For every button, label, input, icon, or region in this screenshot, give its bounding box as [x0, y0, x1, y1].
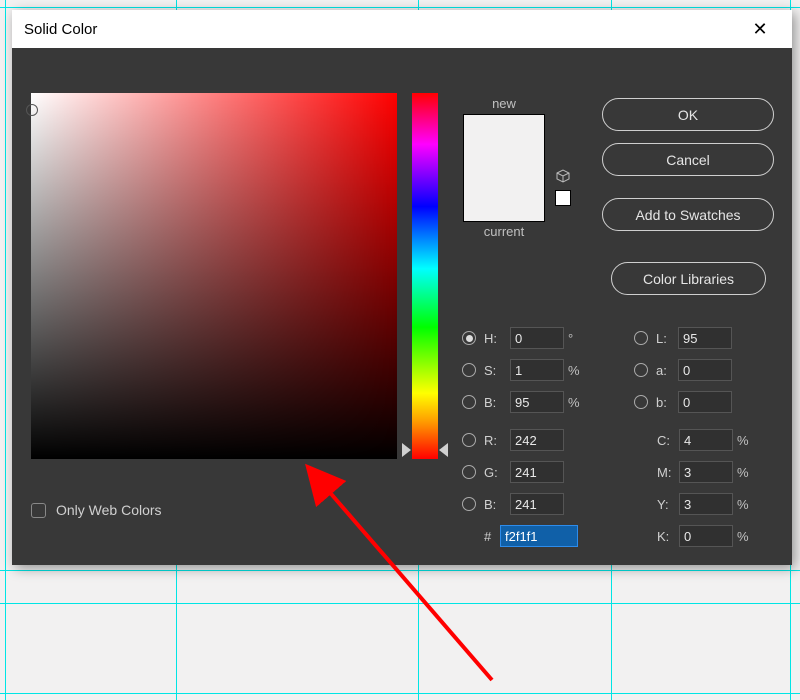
input-hex[interactable] [500, 525, 578, 547]
label-m: M: [657, 465, 675, 480]
radio-g[interactable] [462, 465, 476, 479]
radio-b-lab[interactable] [634, 395, 648, 409]
radio-l[interactable] [634, 331, 648, 345]
radio-h[interactable] [462, 331, 476, 345]
color-preview-swatch [463, 114, 545, 222]
input-a[interactable] [678, 359, 732, 381]
hue-slider[interactable] [412, 93, 438, 459]
input-l[interactable] [678, 327, 732, 349]
row-h: H: ° [462, 326, 586, 350]
unit-s: % [568, 363, 586, 378]
row-r: R: [462, 428, 564, 452]
input-g[interactable] [510, 461, 564, 483]
only-web-colors-checkbox[interactable] [31, 503, 46, 518]
unit-y: % [737, 497, 755, 512]
row-y: Y: % [657, 492, 755, 516]
color-picker-dialog: Solid Color ✕ new current OK Cancel Add … [12, 10, 792, 565]
color-field[interactable] [31, 93, 397, 459]
row-b-hsb: B: % [462, 390, 586, 414]
input-k[interactable] [679, 525, 733, 547]
titlebar: Solid Color ✕ [12, 10, 792, 48]
label-s: S: [484, 363, 506, 378]
label-l: L: [656, 331, 674, 346]
row-b-lab: b: [634, 390, 732, 414]
radio-b-rgb[interactable] [462, 497, 476, 511]
row-b-rgb: B: [462, 492, 564, 516]
input-s[interactable] [510, 359, 564, 381]
radio-r[interactable] [462, 433, 476, 447]
row-l: L: [634, 326, 732, 350]
new-color-swatch[interactable] [464, 115, 544, 168]
radio-b-hsb[interactable] [462, 395, 476, 409]
current-color-swatch[interactable] [464, 168, 544, 221]
input-y[interactable] [679, 493, 733, 515]
websafe-swatch[interactable] [555, 190, 571, 206]
input-b-rgb[interactable] [510, 493, 564, 515]
cancel-button[interactable]: Cancel [602, 143, 774, 176]
add-to-swatches-button[interactable]: Add to Swatches [602, 198, 774, 231]
close-icon[interactable]: ✕ [740, 10, 780, 48]
row-m: M: % [657, 460, 755, 484]
input-m[interactable] [679, 461, 733, 483]
new-color-label: new [469, 96, 539, 111]
input-r[interactable] [510, 429, 564, 451]
color-field-cursor [26, 104, 38, 116]
color-libraries-button[interactable]: Color Libraries [611, 262, 766, 295]
input-c[interactable] [679, 429, 733, 451]
only-web-colors-row: Only Web Colors [31, 502, 162, 518]
row-hex: # [484, 524, 578, 548]
label-g: G: [484, 465, 506, 480]
hue-pointer-left-icon [402, 443, 411, 457]
row-a: a: [634, 358, 732, 382]
current-color-label: current [469, 224, 539, 239]
label-b-rgb: B: [484, 497, 506, 512]
row-s: S: % [462, 358, 586, 382]
input-b-hsb[interactable] [510, 391, 564, 413]
label-k: K: [657, 529, 675, 544]
input-h[interactable] [510, 327, 564, 349]
only-web-colors-label: Only Web Colors [56, 502, 162, 518]
gamut-warning-icon[interactable] [555, 168, 571, 184]
label-r: R: [484, 433, 506, 448]
unit-b-hsb: % [568, 395, 586, 410]
unit-c: % [737, 433, 755, 448]
label-hex: # [484, 529, 496, 544]
label-a: a: [656, 363, 674, 378]
radio-a[interactable] [634, 363, 648, 377]
hue-pointer-right-icon [439, 443, 448, 457]
input-b-lab[interactable] [678, 391, 732, 413]
row-k: K: % [657, 524, 755, 548]
radio-s[interactable] [462, 363, 476, 377]
row-g: G: [462, 460, 564, 484]
dialog-title: Solid Color [24, 21, 740, 38]
row-c: C: % [657, 428, 755, 452]
unit-k: % [737, 529, 755, 544]
label-b-lab: b: [656, 395, 674, 410]
label-y: Y: [657, 497, 675, 512]
unit-m: % [737, 465, 755, 480]
label-b-hsb: B: [484, 395, 506, 410]
ok-button[interactable]: OK [602, 98, 774, 131]
label-h: H: [484, 331, 506, 346]
label-c: C: [657, 433, 675, 448]
unit-h: ° [568, 331, 586, 346]
